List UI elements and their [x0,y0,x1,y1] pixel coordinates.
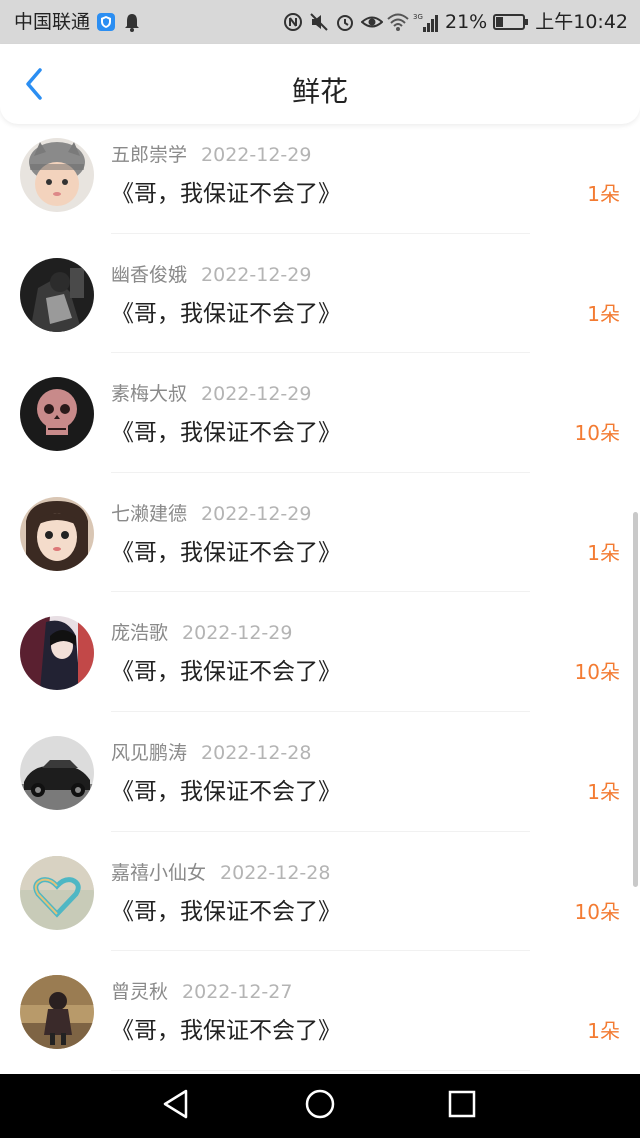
item-meta: 庞浩歌 2022-12-29 [111,618,292,645]
nfc-icon [283,12,303,32]
item-message: 《哥，我保证不会了》 [111,778,341,805]
list-item[interactable]: 风见鹏涛 2022-12-28 《哥，我保证不会了》 1朵 [0,712,640,832]
home-circle-icon [304,1088,336,1124]
alarm-icon [335,12,355,32]
item-meta: 风见鹏涛 2022-12-28 [111,738,311,765]
eye-icon [360,12,384,32]
page-title: 鲜花 [291,75,348,108]
user-name: 风见鹏涛 [111,741,188,764]
item-date: 2022-12-29 [201,502,312,525]
recents-square-icon [447,1089,477,1123]
item-date: 2022-12-29 [201,383,312,406]
flower-count: 10朵 [574,660,620,685]
divider [111,1069,530,1071]
status-bar-right: 3G 21% 上午10:42 [283,9,628,35]
system-nav-bar [0,1074,640,1138]
bell-icon [122,12,142,32]
item-date: 2022-12-29 [201,144,312,166]
item-meta: 素梅大叔 2022-12-29 [111,379,311,406]
nav-recents-button[interactable] [444,1088,480,1124]
avatar[interactable] [20,855,94,930]
avatar[interactable] [20,975,94,1050]
list-item[interactable]: 曾灵秋 2022-12-27 《哥，我保证不会了》 1朵 [0,951,640,1071]
item-message: 《哥，我保证不会了》 [111,1018,341,1045]
user-name: 嘉禧小仙女 [111,861,207,884]
flower-count: 10朵 [574,899,620,924]
user-name: 素梅大叔 [111,383,188,406]
flower-count: 1朵 [587,540,620,565]
user-name: 曾灵秋 [111,981,169,1004]
item-meta: 五郎崇学 2022-12-29 [111,140,311,167]
user-name: 五郎崇学 [111,144,188,166]
item-message: 《哥，我保证不会了》 [111,420,341,447]
carrier-label: 中国联通 [14,11,91,33]
item-meta: 幽香俊娥 2022-12-29 [111,260,311,287]
avatar[interactable] [20,616,94,691]
nav-home-button[interactable] [302,1088,338,1124]
flower-count: 10朵 [574,421,620,446]
avatar[interactable] [20,735,94,810]
nav-back-button[interactable] [158,1088,194,1124]
battery-percent: 21% [445,11,488,33]
avatar[interactable] [20,138,94,212]
shield-icon [96,12,116,32]
flower-count: 1朵 [587,182,620,206]
battery-icon [493,12,529,32]
mute-icon [309,12,329,32]
item-date: 2022-12-28 [201,741,312,764]
screen: 中国联通 3G 21% 上午10:42 鲜花 五郎崇学 2022-12-29 《… [0,0,640,1138]
avatar[interactable] [20,496,94,571]
gift-list[interactable]: 五郎崇学 2022-12-29 《哥，我保证不会了》 1朵 幽香俊娥 2022-12… [0,124,640,1074]
flower-count: 1朵 [587,1019,620,1044]
item-message: 《哥，我保证不会了》 [111,659,341,686]
wifi-icon [387,12,409,32]
list-item[interactable]: 七濑建德 2022-12-29 《哥，我保证不会了》 1朵 [0,473,640,593]
scrollbar[interactable] [633,512,638,887]
item-date: 2022-12-29 [201,263,312,286]
gift-list-content: 五郎崇学 2022-12-29 《哥，我保证不会了》 1朵 幽香俊娥 2022-12… [0,124,640,1071]
status-bar: 中国联通 3G 21% 上午10:42 [0,0,640,44]
list-item[interactable]: 素梅大叔 2022-12-29 《哥，我保证不会了》 10朵 [0,353,640,473]
item-message: 《哥，我保证不会了》 [111,539,341,566]
item-message: 《哥，我保证不会了》 [111,181,341,207]
item-meta: 曾灵秋 2022-12-27 [111,977,292,1004]
item-date: 2022-12-28 [220,861,331,884]
item-message: 《哥，我保证不会了》 [111,300,341,327]
network-type: 3G [413,13,423,21]
status-bar-left: 中国联通 [14,9,142,35]
user-name: 幽香俊娥 [111,263,188,286]
item-meta: 嘉禧小仙女 2022-12-28 [111,858,330,885]
avatar[interactable] [20,257,94,332]
list-item[interactable]: 五郎崇学 2022-12-29 《哥，我保证不会了》 1朵 [0,124,640,234]
flower-count: 1朵 [587,779,620,804]
user-name: 七濑建德 [111,502,188,525]
item-date: 2022-12-27 [182,981,293,1004]
list-item[interactable]: 嘉禧小仙女 2022-12-28 《哥，我保证不会了》 10朵 [0,832,640,952]
list-item[interactable]: 庞浩歌 2022-12-29 《哥，我保证不会了》 10朵 [0,592,640,712]
flower-count: 1朵 [587,301,620,326]
item-date: 2022-12-29 [182,622,293,645]
clock: 上午10:42 [535,11,628,33]
avatar[interactable] [20,377,94,452]
back-triangle-icon [161,1088,191,1124]
user-name: 庞浩歌 [111,622,169,645]
list-item[interactable]: 幽香俊娥 2022-12-29 《哥，我保证不会了》 1朵 [0,234,640,354]
item-meta: 七濑建德 2022-12-29 [111,499,311,526]
item-message: 《哥，我保证不会了》 [111,898,341,925]
signal-icon: 3G [413,12,439,32]
title-bar: 鲜花 [0,44,640,124]
